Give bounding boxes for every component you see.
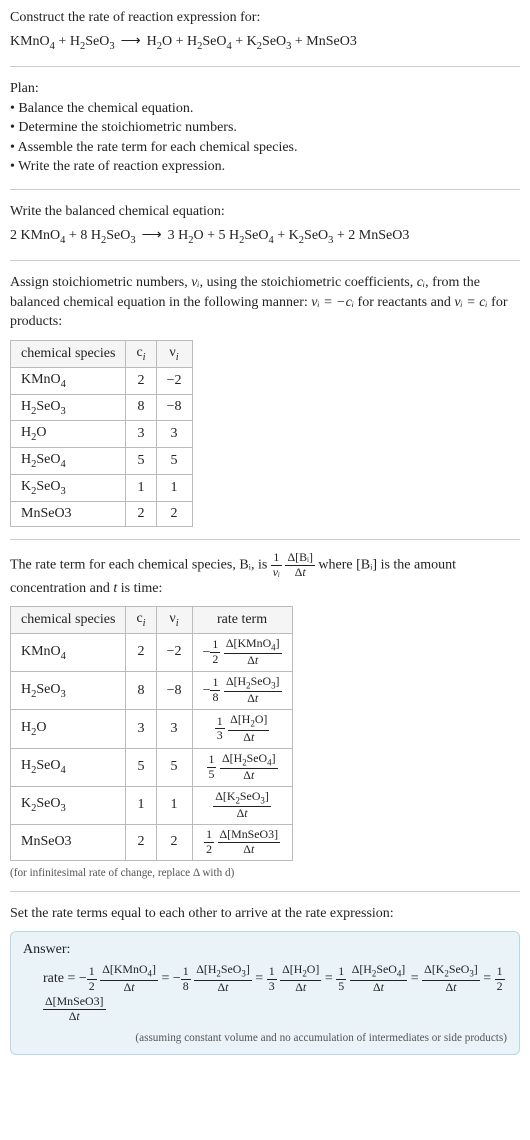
table-row: KMnO42−2 <box>11 367 193 394</box>
nu-cell: 2 <box>156 501 192 526</box>
table-row: H2O33 <box>11 421 193 448</box>
set-equal-text: Set the rate terms equal to each other t… <box>10 904 520 924</box>
species-cell: KMnO4 <box>11 367 126 394</box>
table-row: K2SeO311 <box>11 474 193 501</box>
table-row: H2O3313 Δ[H2O]Δt <box>11 710 293 748</box>
stoich-table-2: chemical speciesciνirate term KMnO42−2−1… <box>10 606 293 861</box>
species-cell: K2SeO3 <box>11 786 126 824</box>
plan-section: Plan: • Balance the chemical equation.• … <box>10 79 520 177</box>
plan-heading: Plan: <box>10 79 520 99</box>
c-cell: 2 <box>126 501 156 526</box>
assumption-note: (assuming constant volume and no accumul… <box>23 1032 507 1044</box>
stoich-table-1: chemical speciesciνi KMnO42−2H2SeO38−8H2… <box>10 340 193 527</box>
nu-cell: 1 <box>156 786 192 824</box>
c-cell: 2 <box>126 633 156 671</box>
rate-term-cell: −12 Δ[KMnO4]Δt <box>192 633 292 671</box>
c-cell: 8 <box>126 394 156 421</box>
species-cell: MnSeO3 <box>11 501 126 526</box>
rate-term-cell: 12 Δ[MnSeO3]Δt <box>192 824 292 860</box>
generic-frac: 1νᵢ <box>271 552 282 579</box>
table-row: H2SeO38−8−18 Δ[H2SeO3]Δt <box>11 672 293 710</box>
title: Construct the rate of reaction expressio… <box>10 8 520 28</box>
col-header: νi <box>156 340 192 367</box>
rate-term-cell: −18 Δ[H2SeO3]Δt <box>192 672 292 710</box>
species-cell: H2O <box>11 421 126 448</box>
c-cell: 5 <box>126 748 156 786</box>
table-row: H2SeO45515 Δ[H2SeO4]Δt <box>11 748 293 786</box>
text: , using the stoichiometric coefficients, <box>200 275 417 290</box>
plan-item: • Balance the chemical equation. <box>10 99 520 119</box>
balanced-section: Write the balanced chemical equation: 2 … <box>10 202 520 248</box>
table-row: KMnO42−2−12 Δ[KMnO4]Δt <box>11 633 293 671</box>
c-cell: 2 <box>126 367 156 394</box>
assign-section: Assign stoichiometric numbers, νᵢ, using… <box>10 273 520 332</box>
divider <box>10 66 520 67</box>
rate-expression: rate = −12 Δ[KMnO4]Δt = −18 Δ[H2SeO3]Δt … <box>43 964 507 1026</box>
nu-cell: −2 <box>156 367 192 394</box>
table-row: MnSeO32212 Δ[MnSeO3]Δt <box>11 824 293 860</box>
nu-cell: −2 <box>156 633 192 671</box>
col-header: νi <box>156 607 192 634</box>
c-cell: 3 <box>126 421 156 448</box>
species-cell: K2SeO3 <box>11 474 126 501</box>
answer-box: Answer: rate = −12 Δ[KMnO4]Δt = −18 Δ[H2… <box>10 931 520 1055</box>
answer-label: Answer: <box>23 942 507 958</box>
nu-cell: 2 <box>156 824 192 860</box>
balanced-heading: Write the balanced chemical equation: <box>10 202 520 222</box>
eq: νᵢ = cᵢ <box>454 295 487 310</box>
species-cell: H2SeO3 <box>11 394 126 421</box>
generic-frac: Δ[Bᵢ]Δt <box>285 552 314 579</box>
nu-cell: −8 <box>156 672 192 710</box>
c-cell: 1 <box>126 474 156 501</box>
plan-item: • Write the rate of reaction expression. <box>10 157 520 177</box>
col-header: chemical species <box>11 607 126 634</box>
divider <box>10 260 520 261</box>
title-section: Construct the rate of reaction expressio… <box>10 8 520 54</box>
rate-term-cell: 15 Δ[H2SeO4]Δt <box>192 748 292 786</box>
plan-item: • Determine the stoichiometric numbers. <box>10 118 520 138</box>
text: is time: <box>117 581 162 596</box>
table-row: H2SeO455 <box>11 448 193 475</box>
infinitesimal-note: (for infinitesimal rate of change, repla… <box>10 867 520 879</box>
col-header: chemical species <box>11 340 126 367</box>
divider <box>10 539 520 540</box>
species-cell: H2SeO4 <box>11 448 126 475</box>
c-cell: 1 <box>126 786 156 824</box>
rate-term-section: The rate term for each chemical species,… <box>10 552 520 598</box>
nu-symbol: νᵢ <box>191 275 199 290</box>
balanced-equation: 2 KMnO4 + 8 H2SeO3⟶3 H2O + 5 H2SeO4 + K2… <box>10 226 520 248</box>
text: The rate term for each chemical species,… <box>10 557 271 572</box>
species-cell: H2O <box>11 710 126 748</box>
col-header: rate term <box>192 607 292 634</box>
c-cell: 5 <box>126 448 156 475</box>
divider <box>10 189 520 190</box>
rate-term-cell: Δ[K2SeO3]Δt <box>192 786 292 824</box>
table-row: K2SeO311Δ[K2SeO3]Δt <box>11 786 293 824</box>
table-row: H2SeO38−8 <box>11 394 193 421</box>
unbalanced-equation: KMnO4 + H2SeO3⟶H2O + H2SeO4 + K2SeO3 + M… <box>10 32 520 54</box>
plan-item: • Assemble the rate term for each chemic… <box>10 138 520 158</box>
nu-cell: −8 <box>156 394 192 421</box>
c-cell: 8 <box>126 672 156 710</box>
divider <box>10 891 520 892</box>
c-cell: 3 <box>126 710 156 748</box>
text: for reactants and <box>354 295 454 310</box>
eq: νᵢ = −cᵢ <box>311 295 354 310</box>
col-header: ci <box>126 607 156 634</box>
ci-symbol: cᵢ <box>417 275 425 290</box>
nu-cell: 1 <box>156 474 192 501</box>
col-header: ci <box>126 340 156 367</box>
rate-term-cell: 13 Δ[H2O]Δt <box>192 710 292 748</box>
species-cell: MnSeO3 <box>11 824 126 860</box>
species-cell: KMnO4 <box>11 633 126 671</box>
table-row: MnSeO322 <box>11 501 193 526</box>
nu-cell: 5 <box>156 748 192 786</box>
species-cell: H2SeO3 <box>11 672 126 710</box>
nu-cell: 3 <box>156 710 192 748</box>
species-cell: H2SeO4 <box>11 748 126 786</box>
nu-cell: 3 <box>156 421 192 448</box>
nu-cell: 5 <box>156 448 192 475</box>
c-cell: 2 <box>126 824 156 860</box>
text: Assign stoichiometric numbers, <box>10 275 191 290</box>
